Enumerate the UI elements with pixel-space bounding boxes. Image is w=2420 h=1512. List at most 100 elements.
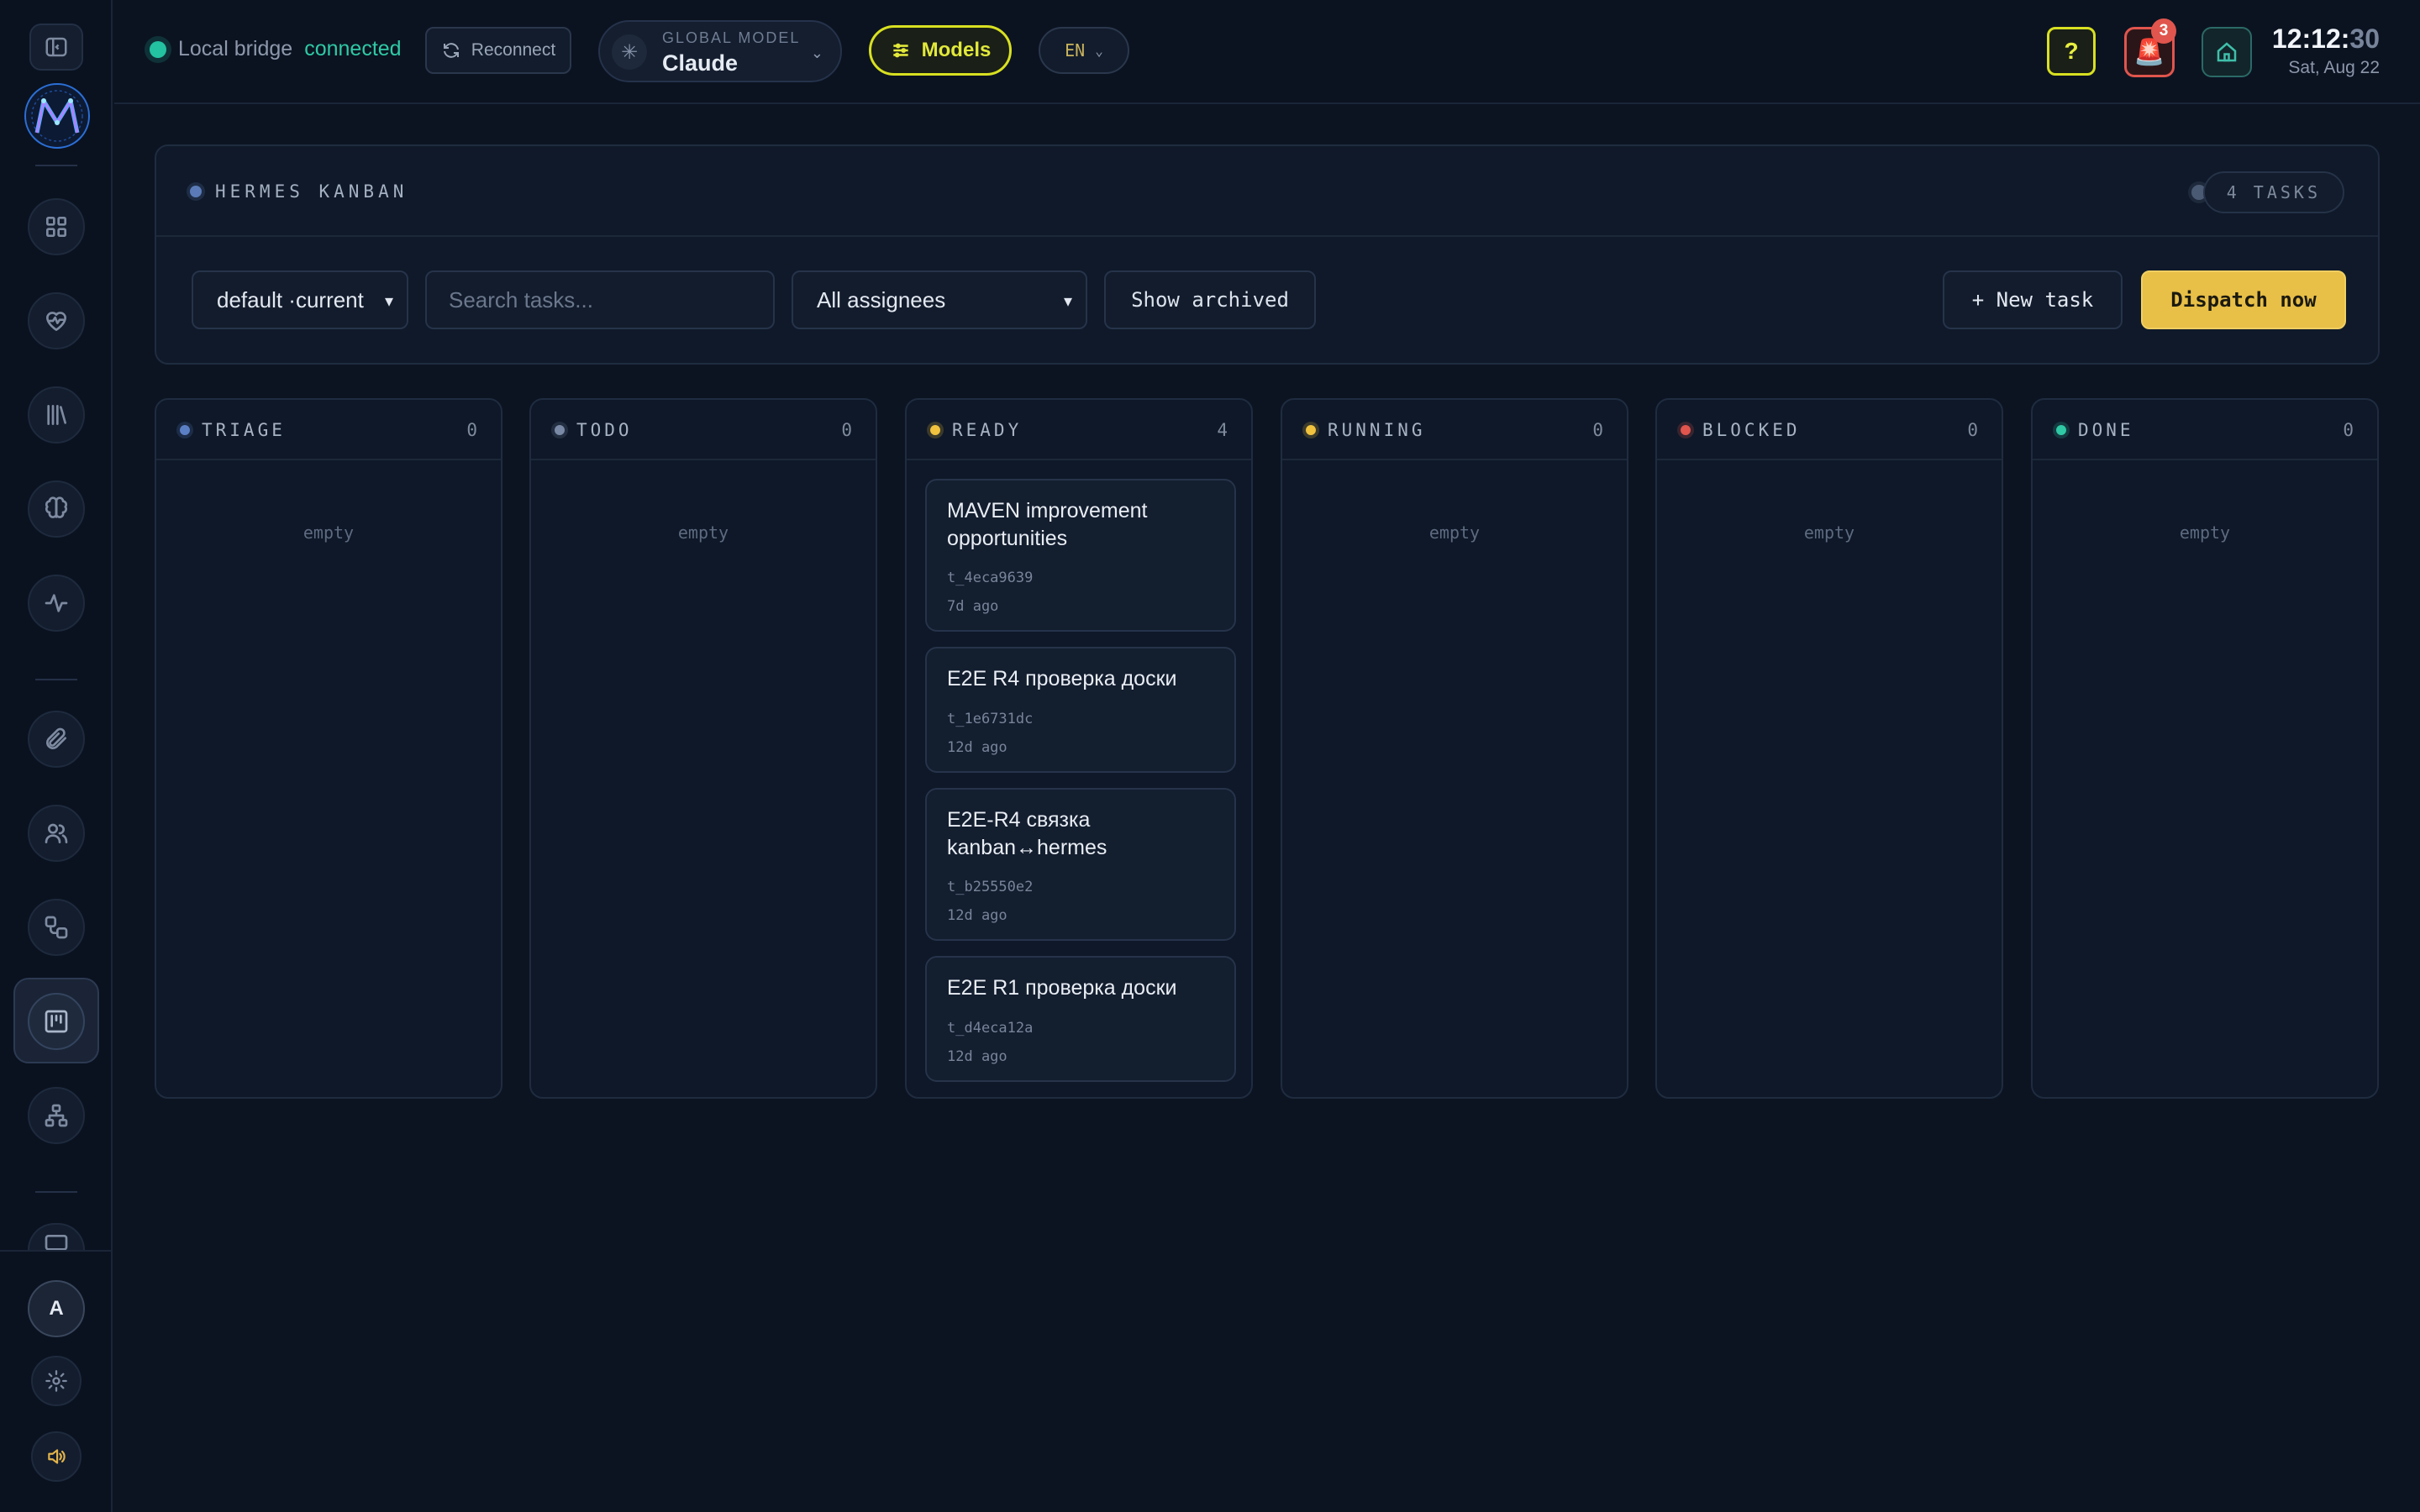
assignee-select[interactable]: All assignees ▾: [792, 270, 1087, 329]
bridge-status: Local bridge connected: [150, 37, 402, 61]
volume-icon: [48, 1449, 66, 1464]
grid-icon: [45, 217, 66, 237]
title-dot: [190, 186, 202, 197]
paperclip-icon: [46, 727, 66, 749]
network-icon: [45, 1104, 68, 1127]
activity-icon: [45, 594, 68, 612]
task-count-badge: 4 TASKS: [2202, 171, 2344, 213]
column-title: DONE: [2056, 420, 2134, 440]
sidebar-separator: [35, 1191, 77, 1193]
column-dot: [180, 425, 190, 435]
search-input[interactable]: Search tasks...: [425, 270, 775, 329]
global-model-selector[interactable]: ✳ GLOBAL MODEL Claude ⌄: [598, 20, 842, 82]
sidebar-item-workflow[interactable]: [28, 899, 85, 956]
column-running: RUNNING 0 empty: [1281, 398, 1628, 1099]
gear-icon: [45, 1370, 67, 1392]
empty-placeholder: empty: [1428, 522, 1481, 543]
app-logo: [24, 83, 90, 149]
sidebar: A: [0, 0, 113, 1512]
help-button[interactable]: ?: [2047, 27, 2096, 76]
sidebar-item-library[interactable]: [28, 386, 85, 444]
sidebar-item-activity[interactable]: [28, 575, 85, 632]
column-count: 0: [1592, 420, 1603, 440]
sidebar-footer-divider: [0, 1250, 113, 1252]
sound-button[interactable]: [31, 1431, 82, 1482]
model-name: Claude: [662, 50, 739, 76]
task-id: t_4eca9639: [947, 570, 1034, 586]
column-todo: TODO 0 empty: [529, 398, 877, 1099]
column-triage: TRIAGE 0 empty: [155, 398, 502, 1099]
language-selector[interactable]: EN ⌄: [1039, 27, 1129, 74]
model-caption: GLOBAL MODEL: [662, 29, 801, 46]
column-count: 0: [841, 420, 852, 440]
clock: 12:12:30 Sat, Aug 22: [2272, 24, 2380, 78]
task-card[interactable]: E2E R1 проверка доски t_d4eca12a 12d ago: [925, 956, 1236, 1082]
task-age: 7d ago: [947, 598, 999, 615]
column-count: 0: [466, 420, 477, 440]
column-header: DONE 0: [2033, 400, 2377, 460]
task-id: t_1e6731dc: [947, 711, 1034, 727]
reconnect-button[interactable]: Reconnect: [425, 27, 571, 74]
empty-placeholder: empty: [302, 522, 355, 543]
task-age: 12d ago: [947, 907, 1007, 924]
sidebar-item-org-chart[interactable]: [28, 1087, 85, 1144]
panel-header: HERMES KANBAN 4 TASKS: [156, 146, 2378, 237]
board-select[interactable]: default ·current ▾: [192, 270, 408, 329]
alert-count-badge: 3: [2151, 18, 2176, 44]
column-header: BLOCKED 0: [1657, 400, 2002, 460]
show-archived-button[interactable]: Show archived: [1104, 270, 1316, 329]
task-age: 12d ago: [947, 1048, 1007, 1065]
settings-button[interactable]: [31, 1356, 82, 1406]
task-card[interactable]: E2E-R4 связка kanban↔hermes t_b25550e2 1…: [925, 788, 1236, 941]
clock-time: 12:12:30: [2271, 24, 2380, 54]
chevron-down-icon: ▾: [1063, 292, 1072, 311]
empty-placeholder: empty: [677, 522, 729, 543]
models-button[interactable]: Models: [869, 25, 1012, 76]
refresh-icon: [443, 43, 459, 58]
task-title: E2E-R4 связка kanban↔hermes: [947, 808, 1107, 859]
bridge-label: Local bridge: [178, 37, 293, 60]
sidebar-separator: [35, 165, 77, 166]
sidebar-separator: [35, 679, 77, 680]
task-card[interactable]: E2E R4 проверка доски t_1e6731dc 12d ago: [925, 647, 1236, 773]
board-select-value: default ·current: [217, 286, 364, 312]
task-title: MAVEN improvement opportunities: [947, 499, 1148, 550]
sidebar-item-health[interactable]: [28, 292, 85, 349]
sidebar-item-dashboard[interactable]: [28, 198, 85, 255]
heart-pulse-icon: [46, 312, 66, 331]
sidebar-item-brain[interactable]: [28, 480, 85, 538]
sidebar-toggle-button[interactable]: [29, 24, 83, 71]
home-icon: [2217, 42, 2237, 62]
sliders-icon: [892, 43, 908, 58]
reconnect-label: Reconnect: [471, 40, 556, 60]
dispatch-now-button[interactable]: Dispatch now: [2141, 270, 2346, 329]
empty-placeholder: empty: [1803, 522, 1855, 543]
column-title: BLOCKED: [1681, 420, 1801, 440]
workflow-icon: [45, 916, 68, 939]
column-count: 0: [2343, 420, 2354, 440]
column-count: 0: [1967, 420, 1978, 440]
status-dot: [150, 40, 166, 58]
sidebar-item-people[interactable]: [28, 805, 85, 862]
sidebar-item-attachments[interactable]: [28, 711, 85, 768]
task-card[interactable]: MAVEN improvement opportunities t_4eca96…: [925, 479, 1236, 632]
sidebar-item-kanban[interactable]: [28, 993, 85, 1050]
clock-date: Sat, Aug 22: [2288, 58, 2380, 77]
column-blocked: BLOCKED 0 empty: [1655, 398, 2003, 1099]
avatar[interactable]: A: [28, 1280, 85, 1337]
column-title: TODO: [555, 420, 633, 440]
sidebar-item-monitor[interactable]: [28, 1223, 85, 1251]
bridge-status-text: connected: [304, 37, 402, 60]
column-dot: [2056, 425, 2066, 435]
task-title: E2E R4 проверка доски: [947, 667, 1177, 690]
home-button[interactable]: [2202, 27, 2252, 77]
column-title: TRIAGE: [180, 420, 286, 440]
column-title: RUNNING: [1306, 420, 1426, 440]
new-task-button[interactable]: + New task: [1943, 270, 2123, 329]
assignee-select-value: All assignees: [817, 286, 946, 312]
kanban-icon: [45, 1010, 68, 1033]
page-title: HERMES KANBAN: [190, 181, 408, 202]
column-done: DONE 0 empty: [2031, 398, 2379, 1099]
column-dot: [555, 425, 565, 435]
kanban-toolbar-panel: HERMES KANBAN 4 TASKS default ·current ▾…: [155, 144, 2380, 365]
